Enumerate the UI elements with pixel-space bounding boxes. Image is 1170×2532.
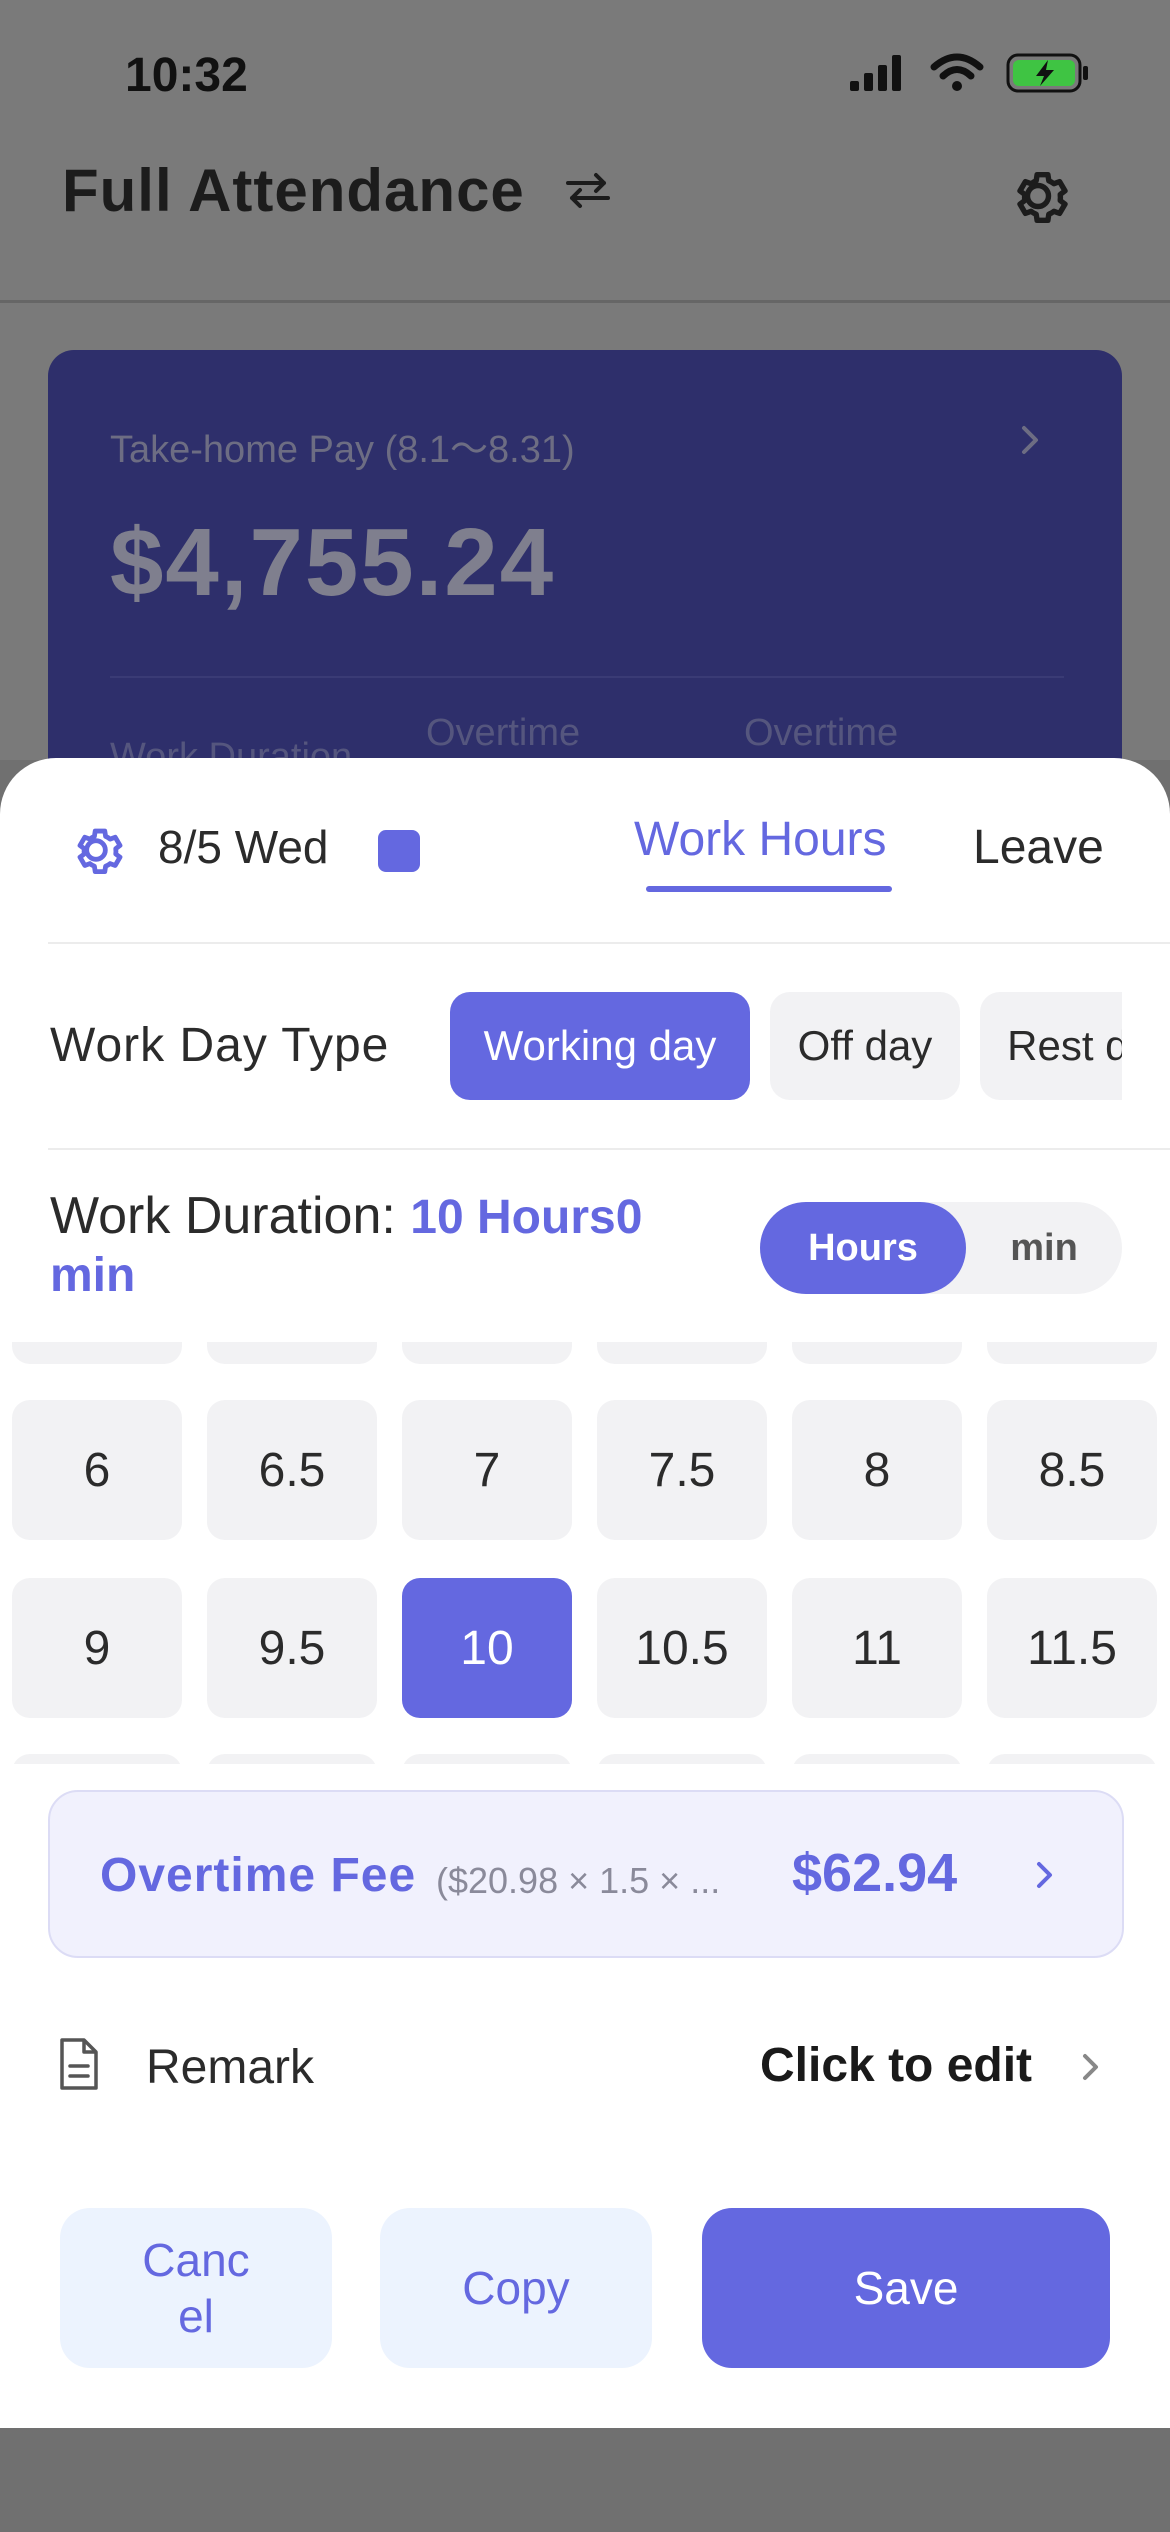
chevron-right-icon <box>1083 2054 1098 2080</box>
hour-cell[interactable] <box>207 1754 377 1764</box>
overtime-fee-label: Overtime Fee <box>100 1849 417 1902</box>
copy-button[interactable]: Copy <box>380 2208 652 2368</box>
unit-min-option[interactable]: min <box>966 1202 1122 1294</box>
settings-gear-icon[interactable] <box>1002 160 1074 232</box>
hour-cell[interactable] <box>12 1754 182 1764</box>
hour-cell-8[interactable]: 8 <box>792 1400 962 1540</box>
divider <box>48 942 1170 944</box>
hour-cell[interactable] <box>987 1754 1157 1764</box>
hour-cell-10.5[interactable]: 10.5 <box>597 1578 767 1718</box>
hour-cell[interactable] <box>597 1342 767 1364</box>
hour-cell-9.5[interactable]: 9.5 <box>207 1578 377 1718</box>
hour-cell-7[interactable]: 7 <box>402 1400 572 1540</box>
work-day-type-off[interactable]: Off day <box>770 992 960 1100</box>
hour-cell[interactable] <box>792 1342 962 1364</box>
hour-cell[interactable] <box>792 1754 962 1764</box>
hour-cell-10-selected[interactable]: 10 <box>402 1578 572 1718</box>
work-day-type-rest[interactable]: Rest day <box>980 992 1122 1100</box>
hour-cell[interactable] <box>402 1342 572 1364</box>
hours-picker-grid[interactable]: 6 6.5 7 7.5 8 8.5 9 9.5 10 10.5 11 11.5 <box>0 1342 1170 1764</box>
header-divider <box>0 300 1170 303</box>
tab-leave[interactable]: Leave <box>973 820 1104 875</box>
signal-icon <box>850 55 901 91</box>
pay-stat-overtime-2: Overtime <box>744 712 899 754</box>
pay-stat-overtime-1: Overtime <box>426 712 581 754</box>
status-icons <box>848 52 1090 94</box>
chevron-right-icon <box>1037 1862 1052 1888</box>
overtime-fee-amount: $62.94 <box>792 1843 958 1903</box>
hour-cell[interactable] <box>402 1754 572 1764</box>
work-day-type-label: Work Day Type <box>50 1019 390 1072</box>
tab-work-hours[interactable]: Work Hours <box>634 812 887 867</box>
work-day-type-selector[interactable]: Working day Off day Rest day <box>450 992 1122 1100</box>
settings-gear-icon[interactable] <box>64 818 128 882</box>
work-duration-label: Work Duration: <box>50 1187 396 1245</box>
hour-cell-9[interactable]: 9 <box>12 1578 182 1718</box>
save-button[interactable]: Save <box>702 2208 1110 2368</box>
document-icon <box>60 2038 98 2090</box>
unit-hours-option[interactable]: Hours <box>760 1202 966 1294</box>
selected-date: 8/5 Wed <box>158 821 329 873</box>
cancel-button[interactable]: Cancel <box>60 2208 332 2368</box>
pay-card-amount: $4,755.24 <box>110 509 556 616</box>
hour-cell-11[interactable]: 11 <box>792 1578 962 1718</box>
active-tab-indicator <box>646 886 892 892</box>
work-duration-heading: Work Duration: 10 Hours0 min <box>50 1188 730 1304</box>
hour-cell-6[interactable]: 6 <box>12 1400 182 1540</box>
hour-cell-6.5[interactable]: 6.5 <box>207 1400 377 1540</box>
page-title: Full Attendance <box>62 157 525 224</box>
wifi-icon <box>930 53 984 91</box>
overtime-fee-formula: ($20.98 × 1.5 × ... <box>436 1860 721 1901</box>
remark-label: Remark <box>146 2041 315 2094</box>
divider <box>48 1148 1170 1150</box>
day-color-chip[interactable] <box>378 830 420 872</box>
battery-charging-icon <box>1006 53 1088 93</box>
hour-cell[interactable] <box>597 1754 767 1764</box>
hour-cell-8.5[interactable]: 8.5 <box>987 1400 1157 1540</box>
hour-cell-7.5[interactable]: 7.5 <box>597 1400 767 1540</box>
hour-cell[interactable] <box>12 1342 182 1364</box>
remark-edit-link[interactable]: Click to edit <box>760 2038 1032 2093</box>
chevron-right-icon <box>1022 426 1038 454</box>
hour-cell[interactable] <box>987 1342 1157 1364</box>
pay-card-label: Take-home Pay (8.1～8.31) <box>110 429 575 471</box>
hour-cell-11.5[interactable]: 11.5 <box>987 1578 1157 1718</box>
duration-unit-toggle[interactable]: Hours min <box>760 1202 1122 1294</box>
status-time: 10:32 <box>125 49 248 102</box>
home-indicator-area <box>0 2428 1170 2532</box>
switch-icon[interactable] <box>562 170 614 210</box>
work-day-type-working[interactable]: Working day <box>450 992 750 1100</box>
cancel-button-label: Cancel <box>142 2234 250 2342</box>
pay-card-divider <box>110 676 1064 678</box>
hour-cell[interactable] <box>207 1342 377 1364</box>
